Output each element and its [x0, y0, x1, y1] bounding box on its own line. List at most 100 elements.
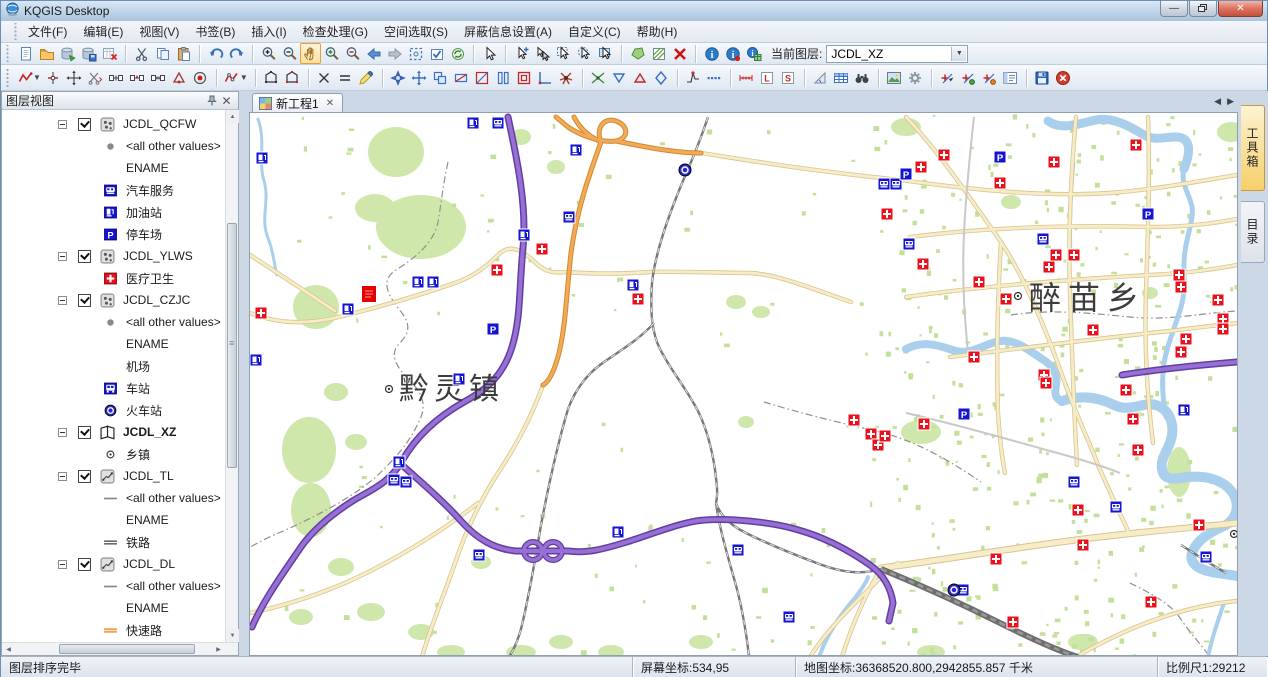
expander-icon[interactable]: [58, 296, 67, 305]
settings-button[interactable]: [905, 67, 926, 88]
layer-tree-horizontal-scrollbar[interactable]: ◀ ▶: [2, 642, 238, 655]
close-panel-icon[interactable]: ✕: [219, 94, 234, 108]
image-view-button[interactable]: [884, 67, 905, 88]
legend-item-[interactable]: 机场: [2, 355, 225, 377]
layer-checkbox[interactable]: [78, 558, 91, 571]
search-features-button[interactable]: [852, 67, 873, 88]
vertical-scroll-thumb[interactable]: [227, 223, 237, 468]
flip-up-button[interactable]: [630, 67, 651, 88]
menu-i[interactable]: 插入(I): [243, 20, 294, 43]
layer-checkbox[interactable]: [78, 294, 91, 307]
horizontal-scroll-thumb[interactable]: [59, 644, 195, 654]
copy-feature-button[interactable]: [430, 67, 451, 88]
layer-item-jcdl_czjc[interactable]: JCDL_CZJC: [2, 289, 225, 311]
label-s-button[interactable]: S: [778, 67, 799, 88]
paste-button[interactable]: [173, 43, 194, 64]
panel-splitter[interactable]: [239, 91, 249, 656]
cut-button[interactable]: [131, 43, 152, 64]
select-by-circle-button[interactable]: [574, 43, 595, 64]
scroll-left-icon[interactable]: ◀: [2, 643, 15, 656]
navigate-button[interactable]: [388, 67, 409, 88]
legend-item-[interactable]: 乡镇: [2, 443, 225, 465]
layer-checkbox[interactable]: [78, 470, 91, 483]
menu-v[interactable]: 视图(V): [131, 20, 187, 43]
clear-selection-button[interactable]: [669, 43, 690, 64]
move-feature-button[interactable]: [409, 67, 430, 88]
legend-item-allothervalues[interactable]: <all other values>: [2, 487, 225, 509]
layer-checkbox[interactable]: [78, 118, 91, 131]
legend-item-ename[interactable]: ENAME: [2, 597, 225, 619]
densify-points-button[interactable]: [704, 67, 725, 88]
pan-button[interactable]: [300, 43, 321, 64]
map-canvas[interactable]: 黔灵镇醉苗乡PPPPP: [249, 112, 1238, 656]
pointer-button[interactable]: [479, 43, 500, 64]
legend-item-allothervalues[interactable]: <all other values>: [2, 575, 225, 597]
new-file-button[interactable]: [15, 43, 36, 64]
flip-feature-button[interactable]: [451, 67, 472, 88]
legend-item-[interactable]: 车站: [2, 377, 225, 399]
menu-g[interactable]: 检查处理(G): [295, 20, 376, 43]
restore-button[interactable]: [1189, 1, 1217, 17]
right-angle-button[interactable]: [535, 67, 556, 88]
refresh-map-button[interactable]: [447, 43, 468, 64]
pin-icon[interactable]: [204, 94, 219, 108]
zoom-out-button[interactable]: [279, 43, 300, 64]
menu-h[interactable]: 帮助(H): [629, 20, 686, 43]
label-l-button[interactable]: L: [757, 67, 778, 88]
legend-item-[interactable]: 铁路: [2, 531, 225, 553]
menu-a[interactable]: 屏蔽信息设置(A): [456, 20, 560, 43]
parallel-copy-button[interactable]: [493, 67, 514, 88]
expander-icon[interactable]: [58, 252, 67, 261]
menu-s[interactable]: 空间选取(S): [376, 20, 456, 43]
expander-icon[interactable]: [58, 560, 67, 569]
measure-angle-button[interactable]: [810, 67, 831, 88]
explode-feature-button[interactable]: [556, 67, 577, 88]
highlight-hatch-button[interactable]: [648, 43, 669, 64]
trace-feature-button[interactable]: [169, 67, 190, 88]
draw-polygon-free-button[interactable]: [282, 67, 303, 88]
legend-item-[interactable]: 汽车服务: [2, 179, 225, 201]
split-node-button[interactable]: [43, 67, 64, 88]
deselect-features-button[interactable]: [532, 43, 553, 64]
inner-rect-button[interactable]: [514, 67, 535, 88]
combobox-arrow-icon[interactable]: ▼: [951, 47, 966, 61]
map-document-tab[interactable]: 新工程1 ✕: [252, 93, 343, 112]
legend-item-allothervalues[interactable]: <all other values>: [2, 311, 225, 333]
close-table-button[interactable]: [99, 43, 120, 64]
zoom-extent-button[interactable]: [405, 43, 426, 64]
snap-point-button[interactable]: [937, 67, 958, 88]
previous-view-button[interactable]: [363, 43, 384, 64]
segment-split-button[interactable]: [106, 67, 127, 88]
save-edits-button[interactable]: [1032, 67, 1053, 88]
expander-icon[interactable]: [58, 428, 67, 437]
legend-item-[interactable]: 快速路: [2, 619, 225, 641]
measure-distance-button[interactable]: [736, 67, 757, 88]
smooth-line-button[interactable]: [683, 67, 704, 88]
layer-item-jcdl_tl[interactable]: JCDL_TL: [2, 465, 225, 487]
layer-checkbox[interactable]: [78, 250, 91, 263]
next-view-button[interactable]: [384, 43, 405, 64]
select-by-window-button[interactable]: [595, 43, 616, 64]
dock-tab-toolbox[interactable]: 工具箱: [1241, 105, 1265, 191]
expander-icon[interactable]: [58, 472, 67, 481]
open-folder-button[interactable]: [36, 43, 57, 64]
draw-polygon-button[interactable]: [261, 67, 282, 88]
layer-item-jcdl_qcfw[interactable]: JCDL_QCFW: [2, 113, 225, 135]
grid-table-button[interactable]: [831, 67, 852, 88]
view-check-button[interactable]: [426, 43, 447, 64]
sketch-highlighter-button[interactable]: [356, 67, 377, 88]
legend-item-[interactable]: 医疗卫生: [2, 267, 225, 289]
legend-item-ename[interactable]: ENAME: [2, 157, 225, 179]
cut-feature-button[interactable]: [85, 67, 106, 88]
scroll-down-icon[interactable]: ▼: [226, 629, 239, 642]
dock-tab-catalog[interactable]: 目录: [1241, 201, 1265, 263]
legend-item-ename[interactable]: ENAME: [2, 333, 225, 355]
snap-node-button[interactable]: [958, 67, 979, 88]
equal-divide-button[interactable]: [335, 67, 356, 88]
scroll-right-icon[interactable]: ▶: [212, 643, 225, 656]
diamond-tool-button[interactable]: [651, 67, 672, 88]
export-database-button[interactable]: [57, 43, 78, 64]
copy-button[interactable]: [152, 43, 173, 64]
stop-editing-button[interactable]: [1053, 67, 1074, 88]
attribute-table-button[interactable]: i: [743, 43, 764, 64]
